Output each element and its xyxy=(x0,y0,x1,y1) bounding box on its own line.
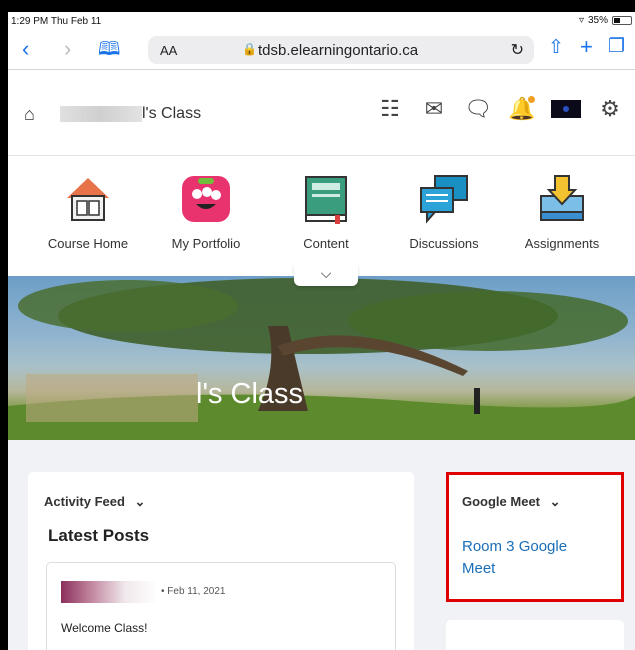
bookmarks-icon[interactable]: 🕮 xyxy=(98,39,120,61)
forward-icon[interactable]: › xyxy=(64,38,71,60)
activity-feed-title-text: Activity Feed xyxy=(44,494,125,509)
message-alerts-icon[interactable]: 🗨 xyxy=(463,96,493,122)
share-icon[interactable]: ⇧ xyxy=(548,37,564,59)
collapse-tools-button[interactable]: ⌵ xyxy=(294,264,358,286)
tool-course-home[interactable]: Course Home xyxy=(30,174,146,251)
avatar[interactable] xyxy=(551,100,581,118)
redacted-name xyxy=(60,106,142,122)
course-title[interactable]: l's Class xyxy=(142,105,201,123)
notification-dot xyxy=(528,96,535,103)
tool-assignments[interactable]: Assignments xyxy=(504,174,620,251)
next-widget xyxy=(446,620,624,650)
dropbox-tray-icon xyxy=(537,174,587,224)
status-right: ▿ 35% xyxy=(579,15,632,26)
tool-label: Content xyxy=(303,236,349,251)
browser-toolbar: ‹ › 🕮 AA 🔒 tdsb.elearningontario.ca ↻ ⇧ … xyxy=(8,30,635,70)
waffle-grid-icon[interactable]: ☷ xyxy=(375,96,405,122)
mail-icon[interactable]: ✉ xyxy=(419,96,449,122)
activity-feed-widget: Activity Feed ⌄ Latest Posts • Feb 11, 2… xyxy=(28,472,414,650)
course-tools: Course Home My Portfolio Content Discuss… xyxy=(8,156,635,286)
reload-icon[interactable]: ↻ xyxy=(511,40,524,60)
house-book-icon xyxy=(63,174,113,224)
course-navbar: ⌂ l's Class ☷ ✉ 🗨 🔔 ⚙ xyxy=(8,70,635,156)
battery-percent: 35% xyxy=(587,15,608,26)
redacted-name-block xyxy=(26,374,198,422)
tool-label: Course Home xyxy=(47,236,129,251)
back-icon[interactable]: ‹ xyxy=(22,38,29,60)
url-text[interactable]: tdsb.elearningontario.ca xyxy=(258,42,418,59)
chevron-down-icon: ⌵ xyxy=(320,265,332,281)
post-card[interactable]: • Feb 11, 2021 Welcome Class! xyxy=(46,562,396,650)
ipad-screen: 1:29 PM Thu Feb 11 ▿ 35% ‹ › 🕮 AA 🔒 tdsb… xyxy=(8,12,635,650)
bell-icon[interactable]: 🔔 xyxy=(507,96,537,122)
chat-bubbles-icon xyxy=(419,174,469,224)
new-tab-icon[interactable]: + xyxy=(580,36,593,58)
text-size-button[interactable]: AA xyxy=(160,43,177,58)
book-icon xyxy=(301,174,351,224)
chevron-down-icon[interactable]: ⌄ xyxy=(135,494,146,509)
tool-label: Discussions xyxy=(409,236,479,251)
wifi-icon: ▿ xyxy=(578,15,584,26)
tool-discussions[interactable]: Discussions xyxy=(386,174,502,251)
latest-posts-heading: Latest Posts xyxy=(48,526,150,545)
post-text: Welcome Class! xyxy=(61,621,148,635)
address-bar[interactable]: AA 🔒 tdsb.elearningontario.ca ↻ xyxy=(148,36,534,64)
nav-icons: ☷ ✉ 🗨 🔔 ⚙ xyxy=(375,96,625,122)
status-time: 1:29 PM Thu Feb 11 xyxy=(11,16,102,27)
lock-icon: 🔒 xyxy=(242,42,257,56)
monster-icon xyxy=(181,174,231,224)
post-date: • Feb 11, 2021 xyxy=(161,586,226,597)
course-banner: l's Class xyxy=(8,276,635,440)
avatar xyxy=(61,581,157,603)
banner-title: l's Class xyxy=(196,378,304,410)
status-bar: 1:29 PM Thu Feb 11 ▿ 35% xyxy=(8,12,635,30)
tool-label: Assignments xyxy=(524,236,600,251)
tool-my-portfolio[interactable]: My Portfolio xyxy=(148,174,264,251)
tabs-icon[interactable]: ❐ xyxy=(608,36,625,58)
highlight-box xyxy=(446,472,624,602)
gear-icon[interactable]: ⚙ xyxy=(595,96,625,122)
home-icon[interactable]: ⌂ xyxy=(24,104,35,125)
activity-feed-title[interactable]: Activity Feed ⌄ xyxy=(44,494,145,510)
tool-label: My Portfolio xyxy=(171,236,241,251)
tool-content[interactable]: Content xyxy=(268,174,384,251)
battery-icon xyxy=(612,16,632,25)
